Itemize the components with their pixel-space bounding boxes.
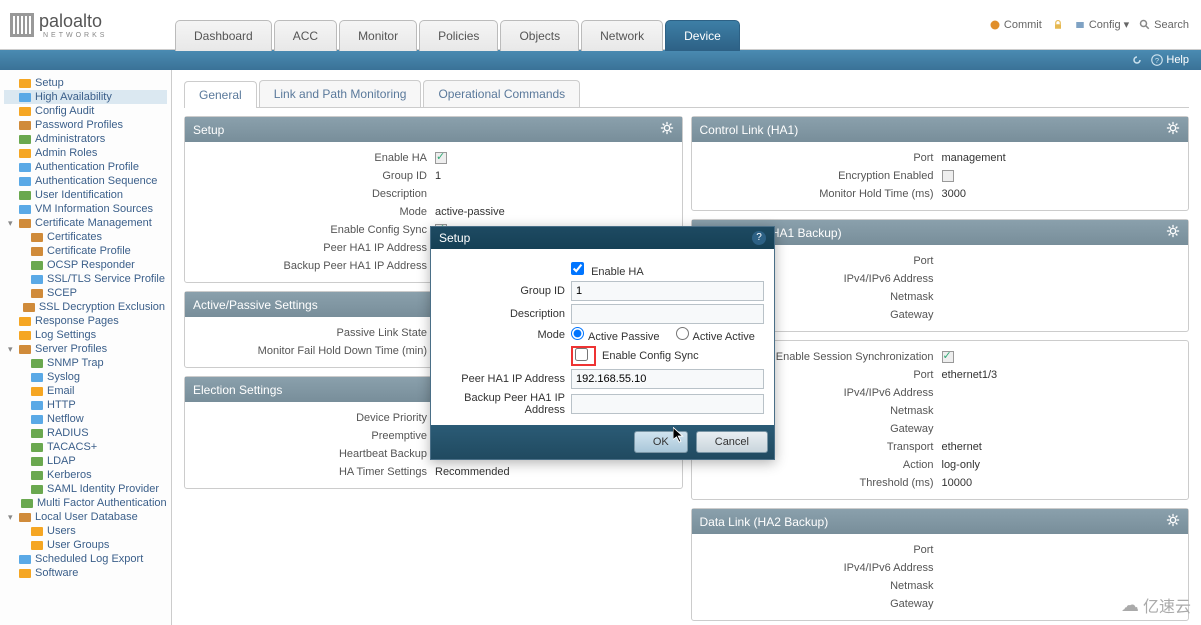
mode-label: Mode [441, 329, 571, 341]
cancel-button[interactable]: Cancel [696, 431, 768, 453]
help-link[interactable]: ?Help [1151, 54, 1189, 66]
tab-policies[interactable]: Policies [419, 20, 498, 51]
sub-tabs: GeneralLink and Path MonitoringOperation… [184, 80, 1189, 108]
backup-peer-label: Backup Peer HA1 IP Address [441, 392, 571, 416]
peer-ha1-input[interactable] [571, 369, 764, 389]
panel-data-link-ha2-backup-: Data Link (HA2 Backup)PortIPv4/IPv6 Addr… [691, 508, 1190, 621]
svg-text:?: ? [1155, 56, 1159, 65]
sidebar-item-tacacs-[interactable]: TACACS+ [4, 440, 167, 454]
header: paloalto NETWORKS DashboardACCMonitorPol… [0, 0, 1201, 50]
header-actions: Commit Config ▾ Search [989, 18, 1201, 31]
setup-dialog-body: Enable HA Group ID Description Mode Acti… [431, 249, 774, 425]
subtab-link-and-path-monitoring[interactable]: Link and Path Monitoring [259, 80, 422, 107]
sidebar-item-ssl-tls-service-profile[interactable]: SSL/TLS Service Profile [4, 272, 167, 286]
sidebar-item-authentication-profile[interactable]: Authentication Profile [4, 160, 167, 174]
sidebar-item-http[interactable]: HTTP [4, 398, 167, 412]
sidebar-item-netflow[interactable]: Netflow [4, 412, 167, 426]
sidebar-item-authentication-sequence[interactable]: Authentication Sequence [4, 174, 167, 188]
sidebar-item-response-pages[interactable]: Response Pages [4, 314, 167, 328]
checkbox-indicator [942, 351, 954, 363]
checkbox-indicator [435, 152, 447, 164]
panel-control-link-ha1-: Control Link (HA1)PortmanagementEncrypti… [691, 116, 1190, 211]
gear-icon[interactable] [1166, 224, 1180, 241]
mode-active-active-radio[interactable]: Active Active [676, 327, 755, 343]
sidebar-item-certificate-profile[interactable]: Certificate Profile [4, 244, 167, 258]
logo: paloalto NETWORKS [0, 11, 175, 39]
tab-device[interactable]: Device [665, 20, 740, 51]
sidebar-item-scheduled-log-export[interactable]: Scheduled Log Export [4, 552, 167, 566]
config-link[interactable]: Config ▾ [1074, 18, 1129, 31]
sidebar-item-config-audit[interactable]: Config Audit [4, 104, 167, 118]
enable-config-sync-label: Enable Config Sync [602, 350, 699, 362]
gear-icon[interactable] [660, 121, 674, 138]
enable-config-sync-highlight [571, 346, 596, 366]
sidebar-item-log-settings[interactable]: Log Settings [4, 328, 167, 342]
sidebar-item-kerberos[interactable]: Kerberos [4, 468, 167, 482]
logo-icon [10, 13, 34, 37]
gear-icon[interactable] [1166, 121, 1180, 138]
help-icon[interactable]: ? [752, 231, 766, 245]
lock-icon[interactable] [1052, 19, 1064, 31]
config-icon [1074, 19, 1086, 31]
group-id-input[interactable] [571, 281, 764, 301]
setup-dialog: Setup ? Enable HA Group ID Description M… [430, 226, 775, 460]
sidebar-item-certificates[interactable]: Certificates [4, 230, 167, 244]
sidebar-item-setup[interactable]: Setup [4, 76, 167, 90]
sidebar-item-radius[interactable]: RADIUS [4, 426, 167, 440]
sidebar-item-saml-identity-provider[interactable]: SAML Identity Provider [4, 482, 167, 496]
sidebar-item-email[interactable]: Email [4, 384, 167, 398]
sidebar-item-local-user-database[interactable]: ▾Local User Database [4, 510, 167, 524]
sidebar-item-password-profiles[interactable]: Password Profiles [4, 118, 167, 132]
tab-objects[interactable]: Objects [500, 20, 579, 51]
ok-button[interactable]: OK [634, 431, 688, 453]
subtab-general[interactable]: General [184, 81, 257, 108]
sidebar-item-server-profiles[interactable]: ▾Server Profiles [4, 342, 167, 356]
sidebar-item-snmp-trap[interactable]: SNMP Trap [4, 356, 167, 370]
peer-ha1-label: Peer HA1 IP Address [441, 373, 571, 385]
setup-dialog-title: Setup [439, 231, 470, 245]
setup-dialog-title-bar: Setup ? [431, 227, 774, 249]
subtab-operational-commands[interactable]: Operational Commands [423, 80, 580, 107]
description-label: Description [441, 308, 571, 320]
tab-acc[interactable]: ACC [274, 20, 337, 51]
sidebar-item-user-identification[interactable]: User Identification [4, 188, 167, 202]
sidebar-item-administrators[interactable]: Administrators [4, 132, 167, 146]
setup-dialog-footer: OK Cancel [431, 425, 774, 459]
description-input[interactable] [571, 304, 764, 324]
enable-ha-checkbox[interactable]: Enable HA [571, 262, 644, 278]
sidebar-item-vm-information-sources[interactable]: VM Information Sources [4, 202, 167, 216]
sidebar: SetupHigh AvailabilityConfig AuditPasswo… [0, 70, 172, 625]
sidebar-item-user-groups[interactable]: User Groups [4, 538, 167, 552]
sidebar-item-users[interactable]: Users [4, 524, 167, 538]
tab-monitor[interactable]: Monitor [339, 20, 417, 51]
watermark: ☁亿速云 [1121, 593, 1191, 617]
logo-text: paloalto [39, 11, 107, 32]
commit-icon [989, 19, 1001, 31]
sidebar-item-multi-factor-authentication[interactable]: Multi Factor Authentication [4, 496, 167, 510]
commit-link[interactable]: Commit [989, 19, 1042, 31]
sidebar-item-ocsp-responder[interactable]: OCSP Responder [4, 258, 167, 272]
nav-tabs: DashboardACCMonitorPoliciesObjectsNetwor… [175, 0, 742, 50]
search-icon [1139, 19, 1151, 31]
logo-subtext: NETWORKS [43, 32, 107, 39]
checkbox-indicator [942, 170, 954, 182]
sidebar-item-high-availability[interactable]: High Availability [4, 90, 167, 104]
sidebar-item-ssl-decryption-exclusion[interactable]: SSL Decryption Exclusion [4, 300, 167, 314]
group-id-label: Group ID [441, 285, 571, 297]
sidebar-item-syslog[interactable]: Syslog [4, 370, 167, 384]
sidebar-item-ldap[interactable]: LDAP [4, 454, 167, 468]
mode-active-passive-radio[interactable]: Active Passive [571, 327, 660, 343]
gear-icon[interactable] [1166, 513, 1180, 530]
refresh-icon[interactable] [1131, 54, 1143, 66]
search-link[interactable]: Search [1139, 19, 1189, 31]
sidebar-item-certificate-management[interactable]: ▾Certificate Management [4, 216, 167, 230]
sub-header-bar: ?Help [0, 50, 1201, 70]
enable-config-sync-checkbox[interactable] [575, 348, 592, 364]
sidebar-item-admin-roles[interactable]: Admin Roles [4, 146, 167, 160]
tab-dashboard[interactable]: Dashboard [175, 20, 272, 51]
tab-network[interactable]: Network [581, 20, 663, 51]
sidebar-item-software[interactable]: Software [4, 566, 167, 580]
backup-peer-input[interactable] [571, 394, 764, 414]
sidebar-item-scep[interactable]: SCEP [4, 286, 167, 300]
